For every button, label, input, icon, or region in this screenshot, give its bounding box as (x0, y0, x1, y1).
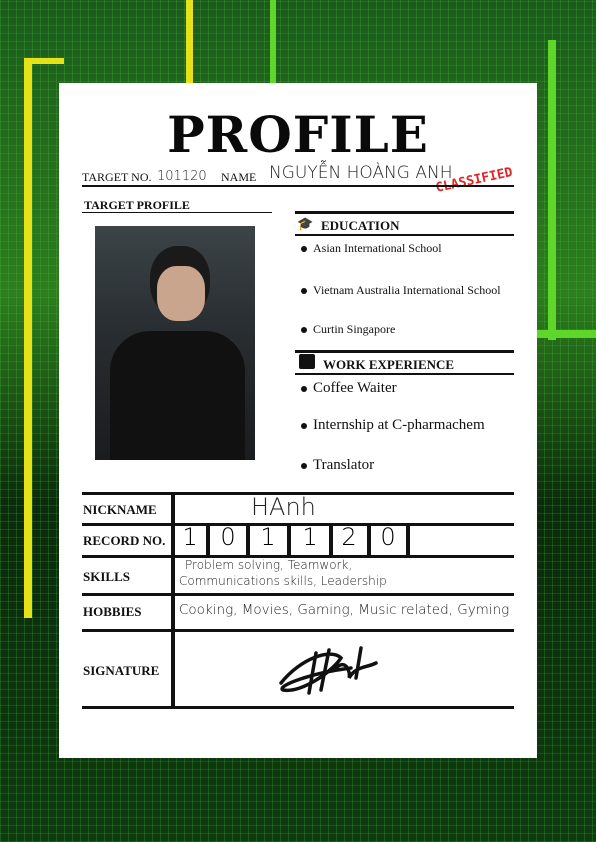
record-digit: 2 (341, 523, 357, 551)
divider (82, 212, 272, 213)
education-item: Vietnam Australia International School (301, 283, 501, 298)
decor-line (537, 330, 596, 338)
skills-line: Problem solving, Teamwork, (185, 558, 353, 572)
record-digit: 1 (302, 523, 318, 551)
signature-label: SIGNATURE (83, 663, 160, 678)
target-no-value: 101120 (157, 169, 207, 184)
hobbies-value: Cooking, Movies, Gaming, Music related, … (179, 602, 510, 618)
skills-line: Communications skills, Leadership (179, 574, 387, 588)
name-label: NAME (221, 170, 257, 184)
divider (295, 211, 514, 214)
record-digit: 0 (220, 523, 236, 551)
decor-line (24, 58, 64, 64)
profile-card: PROFILE TARGET NO. 101120 NAME NGUYỄN HO… (59, 83, 537, 758)
education-item: Asian International School (301, 241, 442, 256)
record-digit: 1 (260, 523, 276, 551)
decor-line (548, 40, 556, 340)
record-digit: 0 (380, 523, 396, 551)
target-profile-label: TARGET PROFILE (84, 198, 190, 212)
record-digit: 1 (182, 523, 198, 551)
table-border (82, 593, 514, 596)
name-value: NGUYỄN HOÀNG ANH (269, 163, 453, 183)
record-label: RECORD NO. (83, 533, 166, 548)
hobbies-label: HOBBIES (83, 604, 142, 619)
table-border (82, 629, 514, 632)
decor-line (186, 0, 193, 85)
work-item: Translator (301, 457, 374, 474)
graduation-cap-icon: 🎓 (297, 216, 314, 231)
signature-image (279, 646, 378, 695)
work-item: Coffee Waiter (301, 380, 397, 397)
page-title: PROFILE (167, 105, 429, 164)
decor-line (270, 0, 276, 85)
work-item: Internship at C-pharmachem (301, 417, 485, 434)
target-no-label: TARGET NO. (82, 170, 152, 184)
divider (295, 373, 514, 375)
divider (82, 185, 514, 187)
nickname-label: NICKNAME (83, 502, 157, 517)
divider (295, 234, 514, 236)
education-heading: EDUCATION (321, 218, 400, 233)
nickname-value: HAnh (251, 493, 316, 521)
decor-line (24, 58, 32, 618)
education-item: Curtin Singapore (301, 322, 395, 337)
table-border (82, 706, 514, 709)
profile-photo (95, 226, 255, 460)
skills-label: SKILLS (83, 569, 130, 584)
divider (295, 350, 514, 353)
briefcase-icon (299, 354, 315, 369)
work-heading: WORK EXPERIENCE (323, 357, 455, 372)
